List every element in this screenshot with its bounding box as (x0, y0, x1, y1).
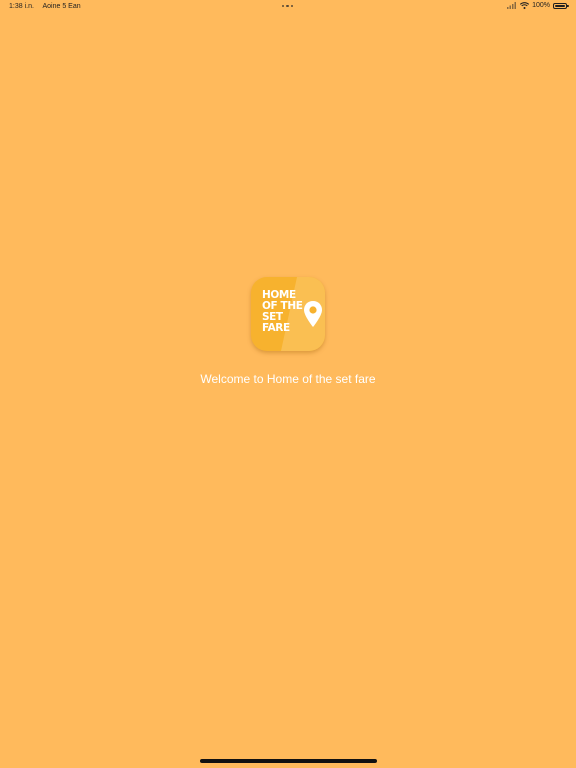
battery-percent: 100% (532, 2, 550, 9)
welcome-message: Welcome to Home of the set fare (200, 372, 376, 386)
location-pin-icon (304, 301, 322, 327)
home-indicator[interactable] (200, 759, 377, 763)
status-right: 100% (507, 2, 569, 9)
app-logo-icon: HOME OF THE SET FARE (251, 277, 325, 351)
status-bar: 1:38 i.n. Aoine 5 Ean 100% (0, 0, 576, 14)
status-left: 1:38 i.n. Aoine 5 Ean (9, 3, 88, 10)
status-time: 1:38 i.n. (9, 3, 34, 10)
logo-text: HOME OF THE SET FARE (262, 290, 303, 334)
logo-line: FARE (262, 322, 290, 334)
signal-icon (507, 2, 517, 9)
wifi-icon (520, 2, 530, 9)
multitasking-dots-icon[interactable] (282, 5, 294, 8)
battery-icon (553, 2, 569, 9)
status-date: Aoine 5 Ean (42, 3, 81, 10)
